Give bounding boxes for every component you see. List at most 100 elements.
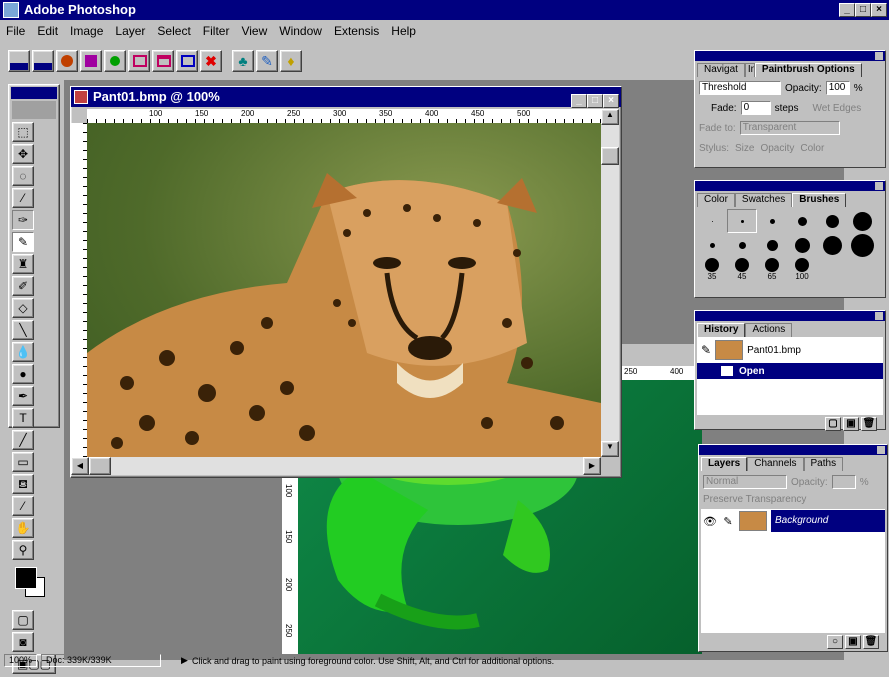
tab-layers[interactable]: Layers: [701, 457, 748, 471]
brush-preset[interactable]: [817, 233, 847, 257]
ruler-alt-icon[interactable]: [32, 50, 54, 72]
marquee-tool-icon[interactable]: ⬚: [12, 122, 34, 142]
frame-icon[interactable]: [128, 50, 150, 72]
brush-preset-selected[interactable]: [727, 209, 757, 233]
cheetah-document-window[interactable]: Pant01.bmp @ 100% _ □ × 100 150 200 250 30…: [70, 86, 622, 478]
zoom-level[interactable]: 100%: [4, 654, 38, 667]
menu-layer[interactable]: Layer: [109, 24, 151, 38]
brush-preset[interactable]: [847, 209, 877, 233]
fade-to-select[interactable]: Transparent: [739, 121, 840, 135]
layer-opacity-input[interactable]: [831, 475, 856, 489]
menu-image[interactable]: Image: [64, 24, 109, 38]
minimize-icon[interactable]: _: [839, 3, 855, 17]
maximize-icon[interactable]: □: [855, 3, 871, 17]
vertical-scrollbar[interactable]: ▲ ▼: [601, 109, 619, 457]
scroll-right-icon[interactable]: ▶: [583, 457, 601, 475]
brush-preset[interactable]: [817, 209, 847, 233]
record-icon[interactable]: [104, 50, 126, 72]
brush-preset[interactable]: 35: [697, 257, 727, 281]
menu-file[interactable]: File: [0, 24, 31, 38]
scroll-left-icon[interactable]: ◀: [71, 457, 89, 475]
tab-channels[interactable]: Channels: [747, 457, 804, 471]
eye-icon[interactable]: 👁: [703, 515, 717, 528]
panel-close-icon[interactable]: [875, 52, 883, 60]
layer-mask-icon[interactable]: ○: [827, 635, 843, 649]
status-arrow-icon[interactable]: ▶: [181, 655, 188, 666]
cheetah-titlebar[interactable]: Pant01.bmp @ 100% _ □ ×: [71, 87, 621, 108]
minimize-icon[interactable]: _: [571, 94, 587, 108]
tab-history[interactable]: History: [697, 323, 746, 337]
close-icon[interactable]: ×: [871, 3, 887, 17]
zoom-tool-icon[interactable]: ⚲: [12, 540, 34, 560]
paint-icon[interactable]: [80, 50, 102, 72]
bulb-icon[interactable]: ♦: [280, 50, 302, 72]
ball-icon[interactable]: [56, 50, 78, 72]
menu-view[interactable]: View: [235, 24, 273, 38]
fade-input[interactable]: 0: [740, 101, 771, 115]
pencil-tool-icon[interactable]: ╲: [12, 320, 34, 340]
history-state-row[interactable]: Open: [697, 363, 883, 379]
eyedropper-tool-icon[interactable]: ⁄: [12, 496, 34, 516]
move-tool-icon[interactable]: ✥: [12, 144, 34, 164]
menu-window[interactable]: Window: [273, 24, 328, 38]
palette-icon[interactable]: ♣: [232, 50, 254, 72]
brush-preset[interactable]: 100: [787, 257, 817, 281]
tab-color[interactable]: Color: [697, 193, 735, 207]
panel-titlebar[interactable]: [699, 445, 887, 455]
brush-icon[interactable]: ✎: [256, 50, 278, 72]
stylus-opacity-checkbox[interactable]: Opacity: [760, 143, 794, 154]
preserve-transparency-checkbox[interactable]: Preserve Transparency: [703, 494, 806, 505]
hand-tool-icon[interactable]: ✋: [12, 518, 34, 538]
layer-blend-mode-select[interactable]: Normal: [703, 475, 787, 489]
trash-icon[interactable]: 🗑: [861, 417, 877, 431]
maximize-icon[interactable]: □: [587, 94, 603, 108]
new-document-icon[interactable]: ▢: [825, 417, 841, 431]
toolbox-titlebar[interactable]: [11, 87, 57, 99]
screen-icon[interactable]: [176, 50, 198, 72]
stylus-color-checkbox[interactable]: Color: [800, 143, 824, 154]
new-snapshot-icon[interactable]: ▣: [843, 417, 859, 431]
airbrush-tool-icon[interactable]: ✑: [12, 210, 34, 230]
measure-tool-icon[interactable]: ╱: [12, 430, 34, 450]
stamp-tool-icon[interactable]: ♜: [12, 254, 34, 274]
panel-titlebar[interactable]: [695, 51, 885, 61]
tab-paths[interactable]: Paths: [803, 457, 844, 471]
brush-preset[interactable]: [787, 233, 817, 257]
brush-preset[interactable]: [847, 233, 877, 257]
brush-preset[interactable]: [697, 233, 727, 257]
tab-info[interactable]: Info: [744, 63, 755, 77]
tab-brushes[interactable]: Brushes: [792, 193, 847, 207]
paintbrush-tool-icon[interactable]: ✎: [12, 232, 34, 252]
brush-preset[interactable]: 45: [727, 257, 757, 281]
eraser-tool-icon[interactable]: ◇: [12, 298, 34, 318]
delete-layer-icon[interactable]: 🗑: [863, 635, 879, 649]
foreground-color-swatch[interactable]: [15, 567, 37, 589]
menu-extensis[interactable]: Extensis: [328, 24, 385, 38]
tab-paintbrush-options[interactable]: Paintbrush Options: [754, 63, 862, 77]
photoshop-icon[interactable]: [3, 2, 19, 18]
panel-close-icon[interactable]: [875, 182, 883, 190]
type-tool-icon[interactable]: T: [12, 408, 34, 428]
brush-preset[interactable]: [787, 209, 817, 233]
window-icon[interactable]: [152, 50, 174, 72]
brush-preset[interactable]: 65: [757, 257, 787, 281]
delete-icon[interactable]: ✖: [200, 50, 222, 72]
bucket-tool-icon[interactable]: ⛾: [12, 474, 34, 494]
brush-preset[interactable]: [697, 209, 727, 233]
new-layer-icon[interactable]: ▣: [845, 635, 861, 649]
lasso-tool-icon[interactable]: ◌: [12, 166, 34, 186]
menu-help[interactable]: Help: [385, 24, 422, 38]
brush-preset[interactable]: [757, 209, 787, 233]
scroll-down-icon[interactable]: ▼: [601, 441, 619, 457]
horizontal-scroll-thumb[interactable]: [89, 457, 111, 475]
vertical-scroll-thumb[interactable]: [601, 147, 619, 165]
standard-mode-icon[interactable]: ▢: [12, 610, 34, 630]
layer-row-background[interactable]: 👁 ✎ Background: [701, 509, 885, 533]
panel-close-icon[interactable]: [877, 446, 885, 454]
menu-select[interactable]: Select: [151, 24, 196, 38]
menu-edit[interactable]: Edit: [31, 24, 64, 38]
doc-size[interactable]: Doc: 339K/339K: [41, 654, 162, 667]
tab-swatches[interactable]: Swatches: [734, 193, 793, 207]
brush-preset[interactable]: [757, 233, 787, 257]
dodge-tool-icon[interactable]: ●: [12, 364, 34, 384]
